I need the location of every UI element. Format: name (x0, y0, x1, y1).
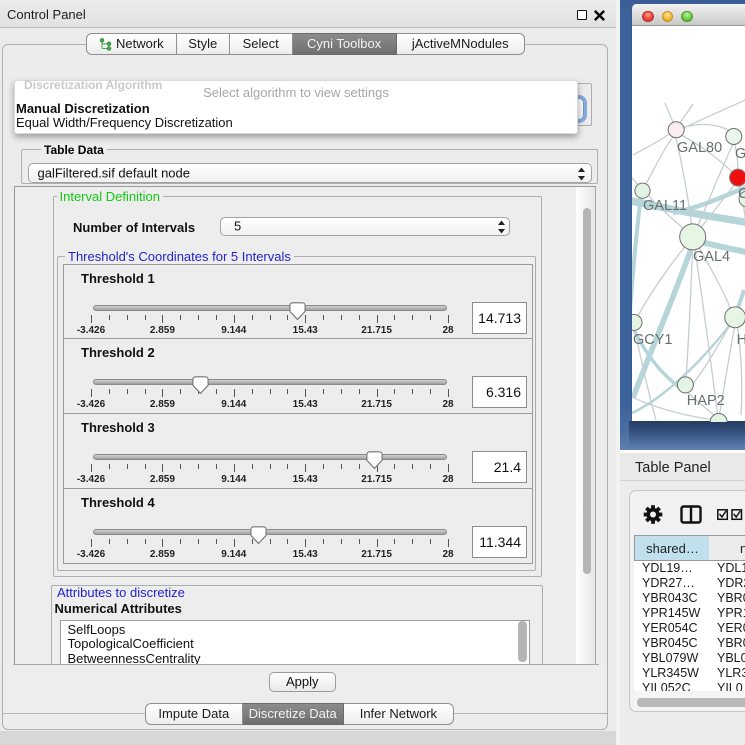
svg-text:GAL11: GAL11 (643, 198, 687, 214)
svg-text:GCY1: GCY1 (633, 332, 673, 348)
svg-text:G.: G. (735, 146, 745, 162)
svg-text:H: H (737, 332, 745, 348)
svg-text:GAL4: GAL4 (693, 249, 730, 265)
svg-text:C: C (738, 186, 745, 202)
svg-text:HAP2: HAP2 (687, 393, 725, 409)
svg-text:GAL80: GAL80 (677, 140, 722, 156)
